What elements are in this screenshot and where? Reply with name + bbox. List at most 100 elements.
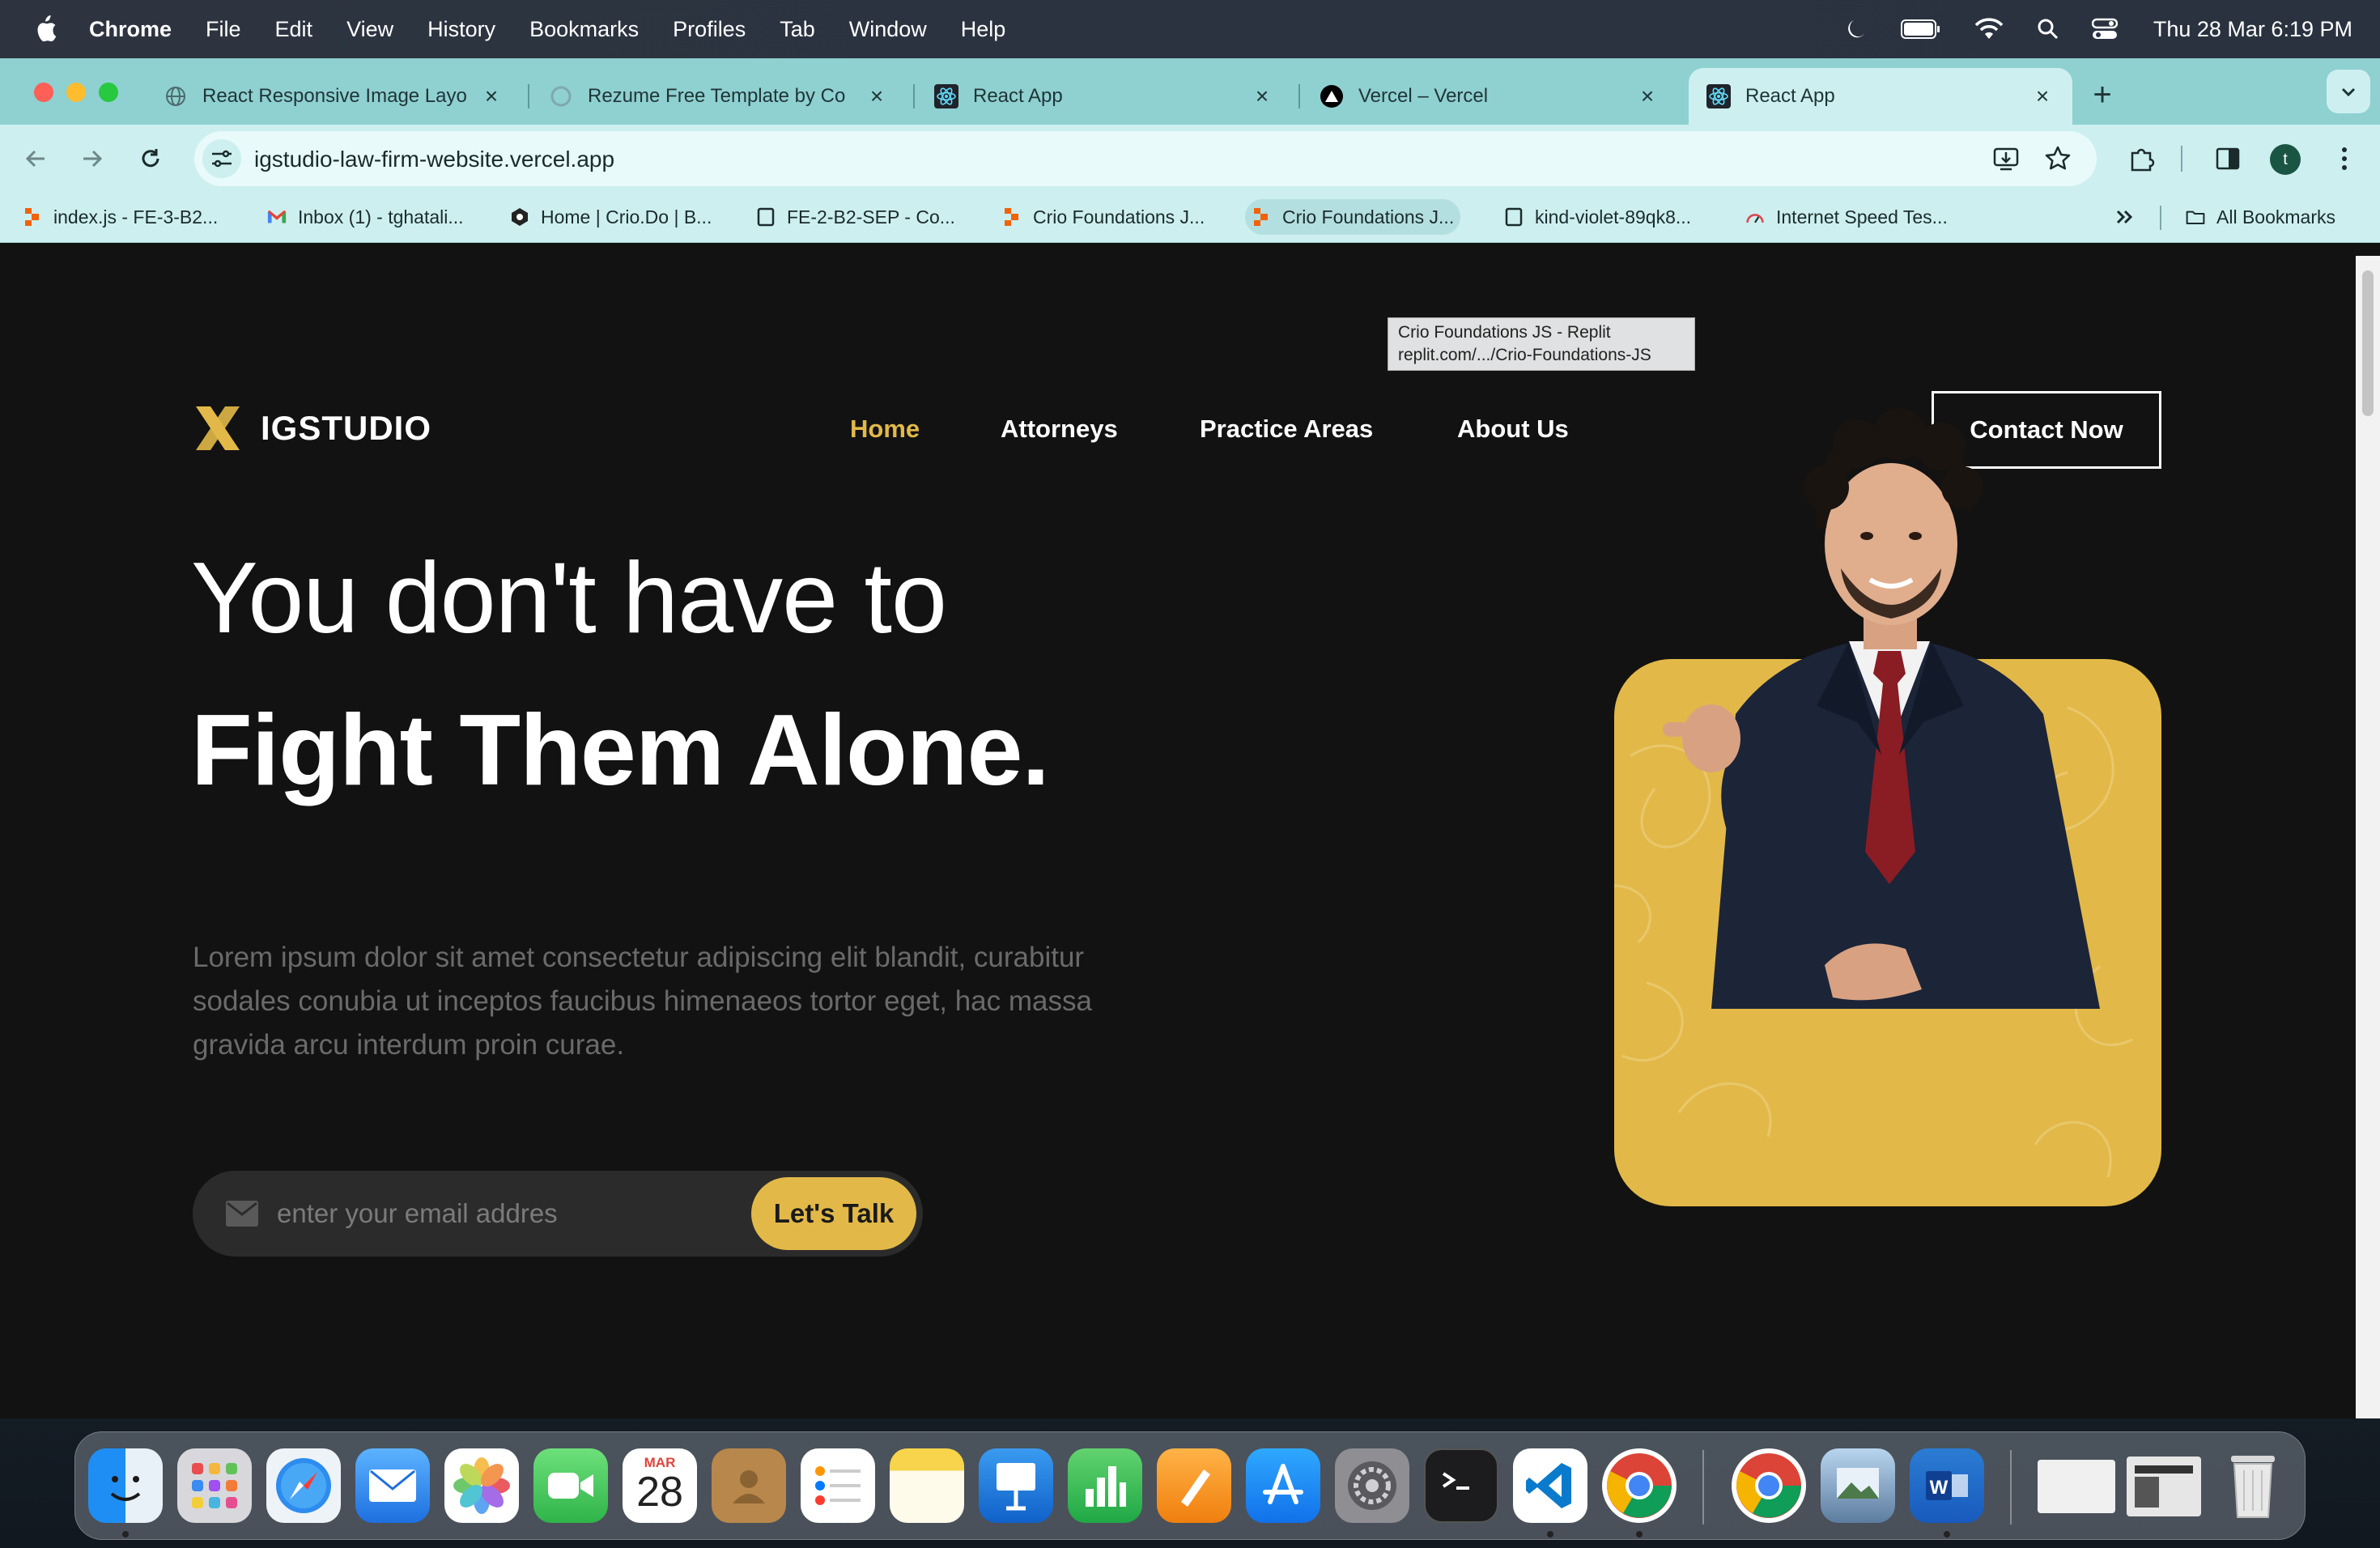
install-app-icon[interactable] xyxy=(1990,142,2022,175)
apple-menu-icon[interactable] xyxy=(32,15,58,44)
bookmark-item[interactable]: Crio Foundations J... xyxy=(996,199,1211,235)
menu-view[interactable]: View xyxy=(346,17,393,42)
bookmark-item[interactable]: kind-violet-89qk8... xyxy=(1498,199,1698,235)
tab-close-icon[interactable]: × xyxy=(865,83,889,108)
menu-profiles[interactable]: Profiles xyxy=(673,17,746,42)
menu-tab[interactable]: Tab xyxy=(780,17,815,42)
pages-icon[interactable] xyxy=(1157,1448,1231,1523)
bookmark-item[interactable]: FE-2-B2-SEP - Co... xyxy=(750,199,962,235)
chrome-menu-button[interactable] xyxy=(2323,138,2365,180)
all-bookmarks-folder[interactable]: All Bookmarks xyxy=(2179,199,2342,235)
bookmarks-bar: index.js - FE-3-B2... Inbox (1) - tghata… xyxy=(0,191,2380,243)
tab-1[interactable]: React Responsive Image Layo × xyxy=(146,68,521,125)
email-signup-form: Let's Talk xyxy=(193,1171,923,1257)
moon-icon[interactable] xyxy=(1844,17,1868,41)
menu-file[interactable]: File xyxy=(206,17,241,42)
lets-talk-button[interactable]: Let's Talk xyxy=(751,1177,916,1250)
brand-name: IGSTUDIO xyxy=(261,409,432,447)
reload-button[interactable] xyxy=(130,138,172,180)
bookmark-label: index.js - FE-3-B2... xyxy=(53,206,219,228)
menu-help[interactable]: Help xyxy=(961,17,1006,42)
reminders-icon[interactable] xyxy=(801,1448,875,1523)
new-tab-button[interactable]: + xyxy=(2082,74,2123,115)
app-store-icon[interactable] xyxy=(1246,1448,1320,1523)
menubar-clock[interactable]: Thu 28 Mar 6:19 PM xyxy=(2153,17,2352,42)
chrome-icon[interactable] xyxy=(1602,1448,1677,1523)
replit-icon xyxy=(23,207,42,227)
status-area: Thu 28 Mar 6:19 PM xyxy=(1812,0,2352,58)
bookmark-item[interactable]: Home | Crio.Do | B... xyxy=(504,199,718,235)
email-input[interactable] xyxy=(277,1190,730,1237)
menu-history[interactable]: History xyxy=(427,17,495,42)
more-bookmarks-button[interactable] xyxy=(2108,199,2142,235)
window-thumbnail-icon[interactable] xyxy=(2127,1457,2201,1516)
tab-3[interactable]: React App × xyxy=(916,68,1292,125)
address-bar[interactable]: igstudio-law-firm-website.vercel.app xyxy=(194,131,2097,186)
tab-4[interactable]: Vercel – Vercel × xyxy=(1302,68,1677,125)
bookmark-item[interactable]: index.js - FE-3-B2... xyxy=(16,199,224,235)
tab-5-active[interactable]: React App × xyxy=(1689,68,2072,125)
keynote-icon[interactable] xyxy=(979,1448,1053,1523)
close-window-button[interactable] xyxy=(34,83,53,102)
bookmark-star-icon[interactable] xyxy=(2042,142,2074,175)
system-settings-icon[interactable] xyxy=(1335,1448,1409,1523)
numbers-icon[interactable] xyxy=(1068,1448,1142,1523)
vercel-icon xyxy=(1320,84,1344,108)
trash-icon[interactable] xyxy=(2216,1448,2290,1523)
tab-search-button[interactable] xyxy=(2327,70,2370,113)
terminal-icon[interactable] xyxy=(1424,1448,1498,1523)
tab-close-icon[interactable]: × xyxy=(479,83,504,108)
back-button[interactable] xyxy=(15,138,57,180)
battery-icon[interactable] xyxy=(1900,19,1941,40)
menu-edit[interactable]: Edit xyxy=(275,17,313,42)
menu-bookmarks[interactable]: Bookmarks xyxy=(529,17,639,42)
tab-close-icon[interactable]: × xyxy=(1635,83,1660,108)
wifi-icon[interactable] xyxy=(1974,18,2004,40)
nav-home[interactable]: Home xyxy=(850,415,920,444)
safari-icon[interactable] xyxy=(266,1448,341,1523)
nav-practice-areas[interactable]: Practice Areas xyxy=(1200,415,1373,444)
tab-close-icon[interactable]: × xyxy=(1250,83,1274,108)
side-panel-button[interactable] xyxy=(2207,138,2249,180)
nav-attorneys[interactable]: Attorneys xyxy=(1001,415,1118,444)
extensions-button[interactable] xyxy=(2121,138,2163,180)
menu-app-name[interactable]: Chrome xyxy=(89,17,172,42)
word-icon[interactable]: W xyxy=(1910,1448,1984,1523)
tooltip-title: Crio Foundations JS - Replit xyxy=(1398,323,1611,342)
tab-2[interactable]: Rezume Free Template by Co × xyxy=(531,68,907,125)
tooltip-url: replit.com/.../Crio-Foundations-JS xyxy=(1398,346,1651,364)
bookmark-item[interactable]: Internet Speed Tes... xyxy=(1739,199,1954,235)
calendar-icon[interactable]: MAR 28 xyxy=(623,1448,697,1523)
bookmark-label: FE-2-B2-SEP - Co... xyxy=(787,206,955,228)
forward-button[interactable] xyxy=(71,138,113,180)
launchpad-icon[interactable] xyxy=(177,1448,252,1523)
photos-icon[interactable] xyxy=(444,1448,519,1523)
scrollbar-thumb[interactable] xyxy=(2362,270,2374,416)
chrome-icon[interactable] xyxy=(1732,1448,1806,1523)
finder-icon[interactable] xyxy=(88,1448,163,1523)
loading-icon xyxy=(549,84,573,108)
site-logo[interactable]: IGSTUDIO xyxy=(193,403,431,453)
site-info-icon[interactable] xyxy=(202,139,241,178)
vscode-icon[interactable] xyxy=(1513,1448,1587,1523)
mail-icon[interactable] xyxy=(355,1448,430,1523)
calendar-day: 28 xyxy=(636,1469,683,1516)
preview-icon[interactable] xyxy=(1821,1448,1895,1523)
contacts-icon[interactable] xyxy=(712,1448,786,1523)
notes-icon[interactable] xyxy=(890,1448,964,1523)
bookmark-item[interactable]: Inbox (1) - tghatali... xyxy=(261,199,470,235)
facetime-icon[interactable] xyxy=(533,1448,608,1523)
nav-about-us[interactable]: About Us xyxy=(1457,415,1569,444)
bookmark-item-hovered[interactable]: Crio Foundations J... xyxy=(1245,199,1461,235)
control-center-icon[interactable] xyxy=(2091,18,2118,40)
speedtest-icon xyxy=(1745,207,1765,227)
tab-close-icon[interactable]: × xyxy=(2030,83,2055,108)
menu-window[interactable]: Window xyxy=(849,17,927,42)
window-thumbnail-icon[interactable] xyxy=(2038,1460,2115,1513)
spotlight-search-icon[interactable] xyxy=(2037,18,2059,40)
url-text[interactable]: igstudio-law-firm-website.vercel.app xyxy=(254,147,614,172)
minimize-window-button[interactable] xyxy=(66,83,86,102)
page-scrollbar[interactable] xyxy=(2356,256,2380,1418)
zoom-window-button[interactable] xyxy=(99,83,118,102)
profile-avatar[interactable]: t xyxy=(2270,144,2301,175)
